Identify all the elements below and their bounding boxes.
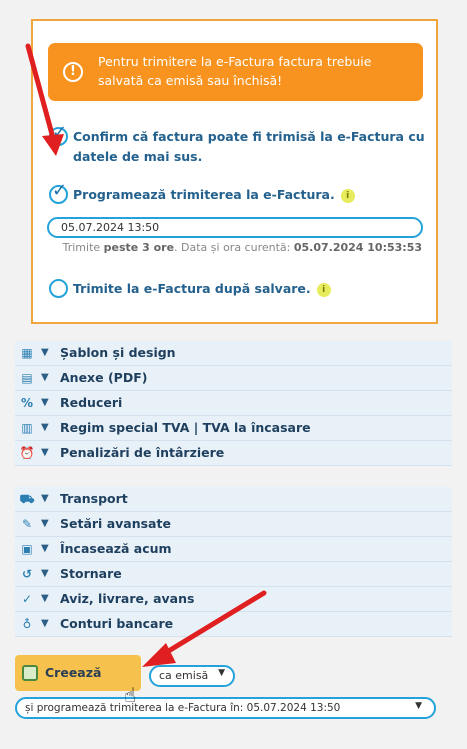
- chevron-down-icon: ▼: [41, 422, 49, 433]
- check-icon: ✓: [52, 180, 68, 201]
- create-invoice-button[interactable]: Creează factura: [15, 655, 141, 716]
- pdf-icon: ▤: [21, 371, 33, 385]
- section-vat-regime[interactable]: ▥ ▼ Regim special TVA | TVA la încasare: [15, 416, 452, 441]
- info-icon[interactable]: i: [316, 283, 331, 297]
- wrench-icon: ✎: [21, 517, 33, 531]
- chevron-down-icon: ▼: [41, 493, 49, 504]
- piggy-bank-icon: ♁: [22, 617, 32, 631]
- schedule-datetime-input[interactable]: 05.07.2024 13:50: [47, 217, 423, 238]
- truck-icon: ⛟: [19, 492, 35, 506]
- note-middle: . Data și ora curentă:: [174, 241, 291, 254]
- section-collect-now[interactable]: ▣ ▼ Încasează acum: [15, 537, 452, 562]
- chevron-down-icon: ▼: [41, 372, 49, 383]
- annotation-arrow-icon: [25, 43, 64, 156]
- chevron-down-icon: ▼: [41, 568, 49, 579]
- delivery-icon: ✓: [21, 592, 33, 606]
- chevron-down-icon: ▼: [41, 618, 49, 629]
- section-transport[interactable]: ⛟ ▼ Transport: [15, 487, 452, 512]
- chevron-down-icon: ▼: [41, 593, 49, 604]
- note-delay: peste 3 ore: [103, 241, 175, 254]
- section-storno[interactable]: ↺ ▼ Stornare: [15, 562, 452, 587]
- section-late-penalties[interactable]: ⏰ ▼ Penalizări de întârziere: [15, 441, 452, 466]
- alert-text: Pentru trimitere la e-Factura factura tr…: [98, 54, 372, 88]
- chevron-down-icon: ▼: [41, 543, 49, 554]
- invoice-icon: [22, 665, 38, 681]
- alarm-clock-icon: ⏰: [19, 446, 35, 460]
- undo-icon: ↺: [21, 567, 33, 581]
- calculator-icon: ▥: [21, 421, 33, 435]
- chevron-down-icon: ▼: [41, 447, 49, 458]
- efactura-panel: ! Pentru trimitere la e-Factura factura …: [31, 19, 438, 324]
- discount-icon: %: [20, 396, 34, 410]
- annotation-arrow-icon: [142, 590, 267, 667]
- efactura-alert: ! Pentru trimitere la e-Factura factura …: [48, 43, 423, 101]
- schedule-send-select[interactable]: și programează trimiterea la e-Factura î…: [15, 697, 436, 719]
- section-advanced-settings[interactable]: ✎ ▼ Setări avansate: [15, 512, 452, 537]
- section-template-design[interactable]: ▦ ▼ Șablon și design: [15, 341, 452, 366]
- chevron-down-icon: ▼: [41, 518, 49, 529]
- hand-cursor-icon: ☝: [124, 683, 137, 707]
- confirm-checkbox[interactable]: ✓ Confirm că factura poate fi trimisă la…: [49, 123, 429, 167]
- chevron-down-icon: ▼: [415, 701, 422, 711]
- after-save-label[interactable]: Trimite la e-Factura după salvare.: [73, 281, 311, 296]
- section-discounts[interactable]: % ▼ Reduceri: [15, 391, 452, 416]
- info-icon[interactable]: i: [340, 189, 355, 203]
- section-attachments[interactable]: ▤ ▼ Anexe (PDF): [15, 366, 452, 391]
- send-after-save-circle[interactable]: [49, 279, 68, 298]
- chevron-down-icon: ▼: [41, 347, 49, 358]
- cash-icon: ▣: [21, 542, 33, 556]
- schedule-label[interactable]: Programează trimiterea la e-Factura.: [73, 187, 335, 202]
- template-icon: ▦: [21, 346, 33, 360]
- schedule-send-value: și programează trimiterea la e-Factura î…: [25, 702, 341, 714]
- confirm-label[interactable]: Confirm că factura poate fi trimisă la e…: [49, 127, 429, 167]
- send-after-save-radio[interactable]: Trimite la e-Factura după salvare. i: [49, 279, 429, 299]
- schedule-note: Trimite peste 3 ore. Data și ora curentă…: [63, 241, 422, 254]
- chevron-down-icon: ▼: [41, 397, 49, 408]
- sections-group-top: ▦ ▼ Șablon și design ▤ ▼ Anexe (PDF) % ▼ Reduc…: [15, 341, 452, 466]
- current-datetime: 05.07.2024 10:53:53: [293, 241, 422, 254]
- note-prefix: Trimite: [62, 241, 101, 254]
- schedule-checkbox[interactable]: ✓ Programează trimiterea la e-Factura. i: [49, 181, 429, 205]
